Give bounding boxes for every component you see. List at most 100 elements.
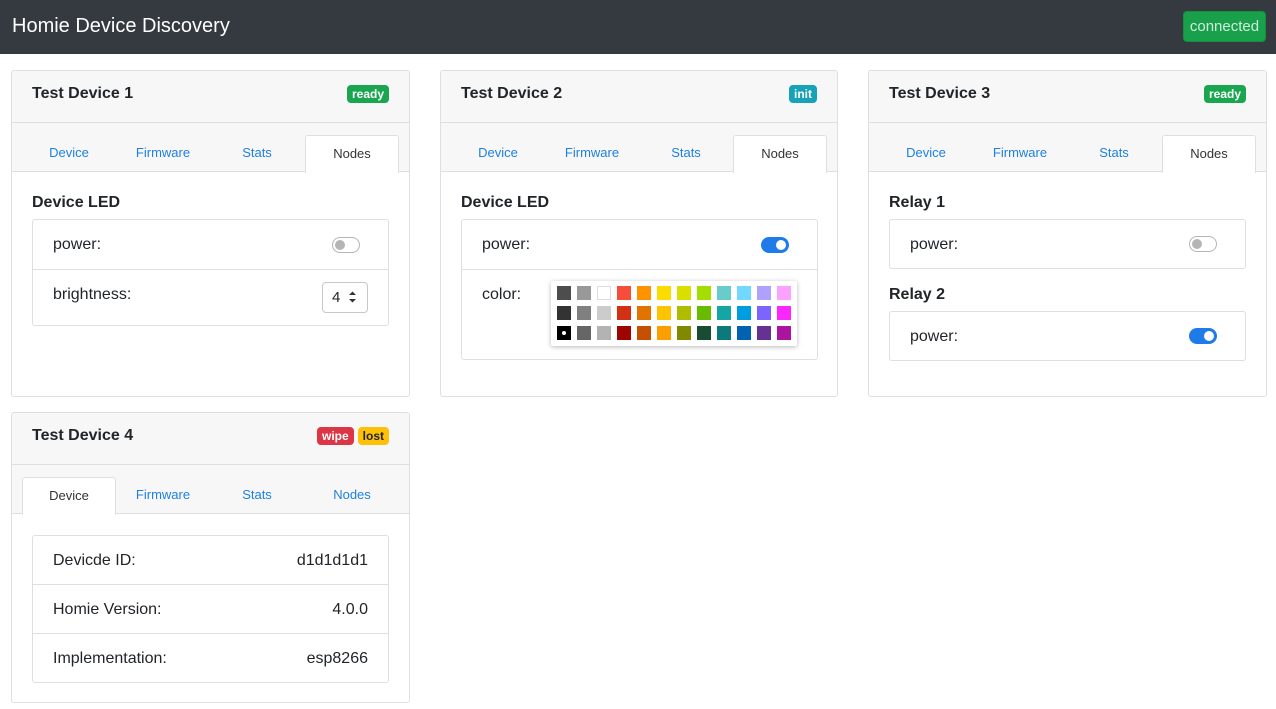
color-swatch[interactable] — [777, 326, 791, 340]
property-group: power: — [889, 311, 1246, 361]
info-value: d1d1d1d1 — [296, 552, 368, 569]
color-swatch[interactable] — [557, 306, 571, 320]
color-palette — [551, 281, 797, 346]
color-swatch[interactable] — [597, 306, 611, 320]
color-swatch[interactable] — [737, 326, 751, 340]
property-group: power: brightness: 4 — [32, 219, 389, 326]
color-swatch[interactable] — [617, 286, 631, 300]
property-label: color: — [482, 286, 522, 303]
app-title: Homie Device Discovery — [12, 15, 230, 37]
power-toggle[interactable] — [1189, 236, 1217, 252]
brightness-stepper[interactable]: 4 — [322, 282, 368, 313]
tab-firmware[interactable]: Firmware — [116, 477, 210, 515]
color-swatch[interactable] — [657, 286, 671, 300]
tab-nodes[interactable]: Nodes — [305, 477, 399, 515]
connection-status-button[interactable]: connected — [1183, 11, 1266, 42]
color-swatch[interactable] — [557, 286, 571, 300]
color-swatch[interactable] — [737, 286, 751, 300]
color-swatch[interactable] — [677, 286, 691, 300]
color-swatch[interactable] — [637, 286, 651, 300]
info-row-homie-version: Homie Version: 4.0.0 — [33, 584, 388, 633]
device-name: Test Device 1 — [32, 85, 134, 102]
property-row-brightness: brightness: 4 — [33, 269, 388, 325]
stepper-arrows-icon[interactable] — [348, 290, 357, 304]
tab-device[interactable]: Device — [22, 477, 116, 515]
color-swatch[interactable] — [657, 326, 671, 340]
color-swatch[interactable] — [697, 286, 711, 300]
tab-bar: Device Firmware Stats Nodes — [869, 123, 1266, 173]
color-swatch[interactable] — [697, 326, 711, 340]
color-swatch[interactable] — [657, 306, 671, 320]
color-swatch[interactable] — [777, 286, 791, 300]
property-label: power: — [482, 236, 531, 253]
card-header: Test Device 2 init — [441, 71, 837, 123]
power-toggle[interactable] — [761, 237, 789, 253]
card-header: Test Device 1 ready — [12, 71, 409, 123]
device-card-1: Test Device 1 ready Device Firmware Stat… — [11, 70, 410, 397]
color-swatch[interactable] — [557, 326, 571, 340]
tab-stats[interactable]: Stats — [210, 135, 304, 173]
color-swatch[interactable] — [617, 326, 631, 340]
brightness-value: 4 — [332, 289, 341, 306]
tab-nodes[interactable]: Nodes — [733, 135, 827, 173]
tab-device[interactable]: Device — [879, 135, 973, 173]
tab-nodes[interactable]: Nodes — [305, 135, 399, 173]
property-row-color: color: — [462, 269, 817, 359]
status-badge-wipe: wipe — [316, 427, 354, 445]
power-toggle[interactable] — [1189, 328, 1217, 344]
device-name: Test Device 4 — [32, 427, 134, 444]
tab-bar: Device Firmware Stats Nodes — [12, 465, 409, 515]
color-swatch[interactable] — [577, 326, 591, 340]
color-swatch[interactable] — [677, 326, 691, 340]
card-header: Test Device 3 ready — [869, 71, 1266, 123]
tab-stats[interactable]: Stats — [210, 477, 304, 515]
tab-device[interactable]: Device — [451, 135, 545, 173]
tab-stats[interactable]: Stats — [1067, 135, 1161, 173]
node-title: Device LED — [32, 194, 121, 211]
device-card-3: Test Device 3 ready Device Firmware Stat… — [868, 70, 1267, 397]
tab-bar: Device Firmware Stats Nodes — [441, 123, 837, 173]
property-label: power: — [910, 236, 959, 253]
color-swatch[interactable] — [597, 326, 611, 340]
info-value: esp8266 — [306, 650, 368, 667]
color-swatch[interactable] — [577, 286, 591, 300]
tab-firmware[interactable]: Firmware — [973, 135, 1067, 173]
color-swatch[interactable] — [637, 306, 651, 320]
device-card-2: Test Device 2 init Device Firmware Stats… — [440, 70, 838, 397]
power-toggle[interactable] — [332, 237, 360, 253]
property-row-power: power: — [462, 220, 817, 269]
color-swatch[interactable] — [757, 326, 771, 340]
color-swatch[interactable] — [757, 286, 771, 300]
color-swatch[interactable] — [717, 306, 731, 320]
tab-device[interactable]: Device — [22, 135, 116, 173]
color-swatch[interactable] — [697, 306, 711, 320]
tab-stats[interactable]: Stats — [639, 135, 733, 173]
color-swatch[interactable] — [717, 286, 731, 300]
color-swatch[interactable] — [617, 306, 631, 320]
tab-firmware[interactable]: Firmware — [545, 135, 639, 173]
device-name: Test Device 2 — [461, 85, 563, 102]
info-row-implementation: Implementation: esp8266 — [33, 633, 388, 682]
status-badge-ready: ready — [1203, 85, 1246, 103]
color-swatch[interactable] — [577, 306, 591, 320]
info-value: 4.0.0 — [332, 601, 368, 618]
node-title: Device LED — [461, 194, 550, 211]
top-navbar: Homie Device Discovery connected — [0, 0, 1276, 54]
property-group: power: — [889, 219, 1246, 269]
color-swatch[interactable] — [777, 306, 791, 320]
color-swatch[interactable] — [597, 286, 611, 300]
color-swatch[interactable] — [737, 306, 751, 320]
card-header: Test Device 4 wipe lost — [12, 413, 409, 465]
property-group: power: color: — [461, 219, 818, 360]
info-label: Homie Version: — [53, 601, 162, 618]
info-label: Devicde ID: — [53, 552, 136, 569]
property-row-power: power: — [890, 312, 1245, 360]
color-swatch[interactable] — [637, 326, 651, 340]
color-swatch[interactable] — [757, 306, 771, 320]
property-label: power: — [53, 236, 102, 253]
status-badge-init: init — [789, 85, 817, 103]
tab-nodes[interactable]: Nodes — [1162, 135, 1256, 173]
color-swatch[interactable] — [717, 326, 731, 340]
color-swatch[interactable] — [677, 306, 691, 320]
tab-firmware[interactable]: Firmware — [116, 135, 210, 173]
